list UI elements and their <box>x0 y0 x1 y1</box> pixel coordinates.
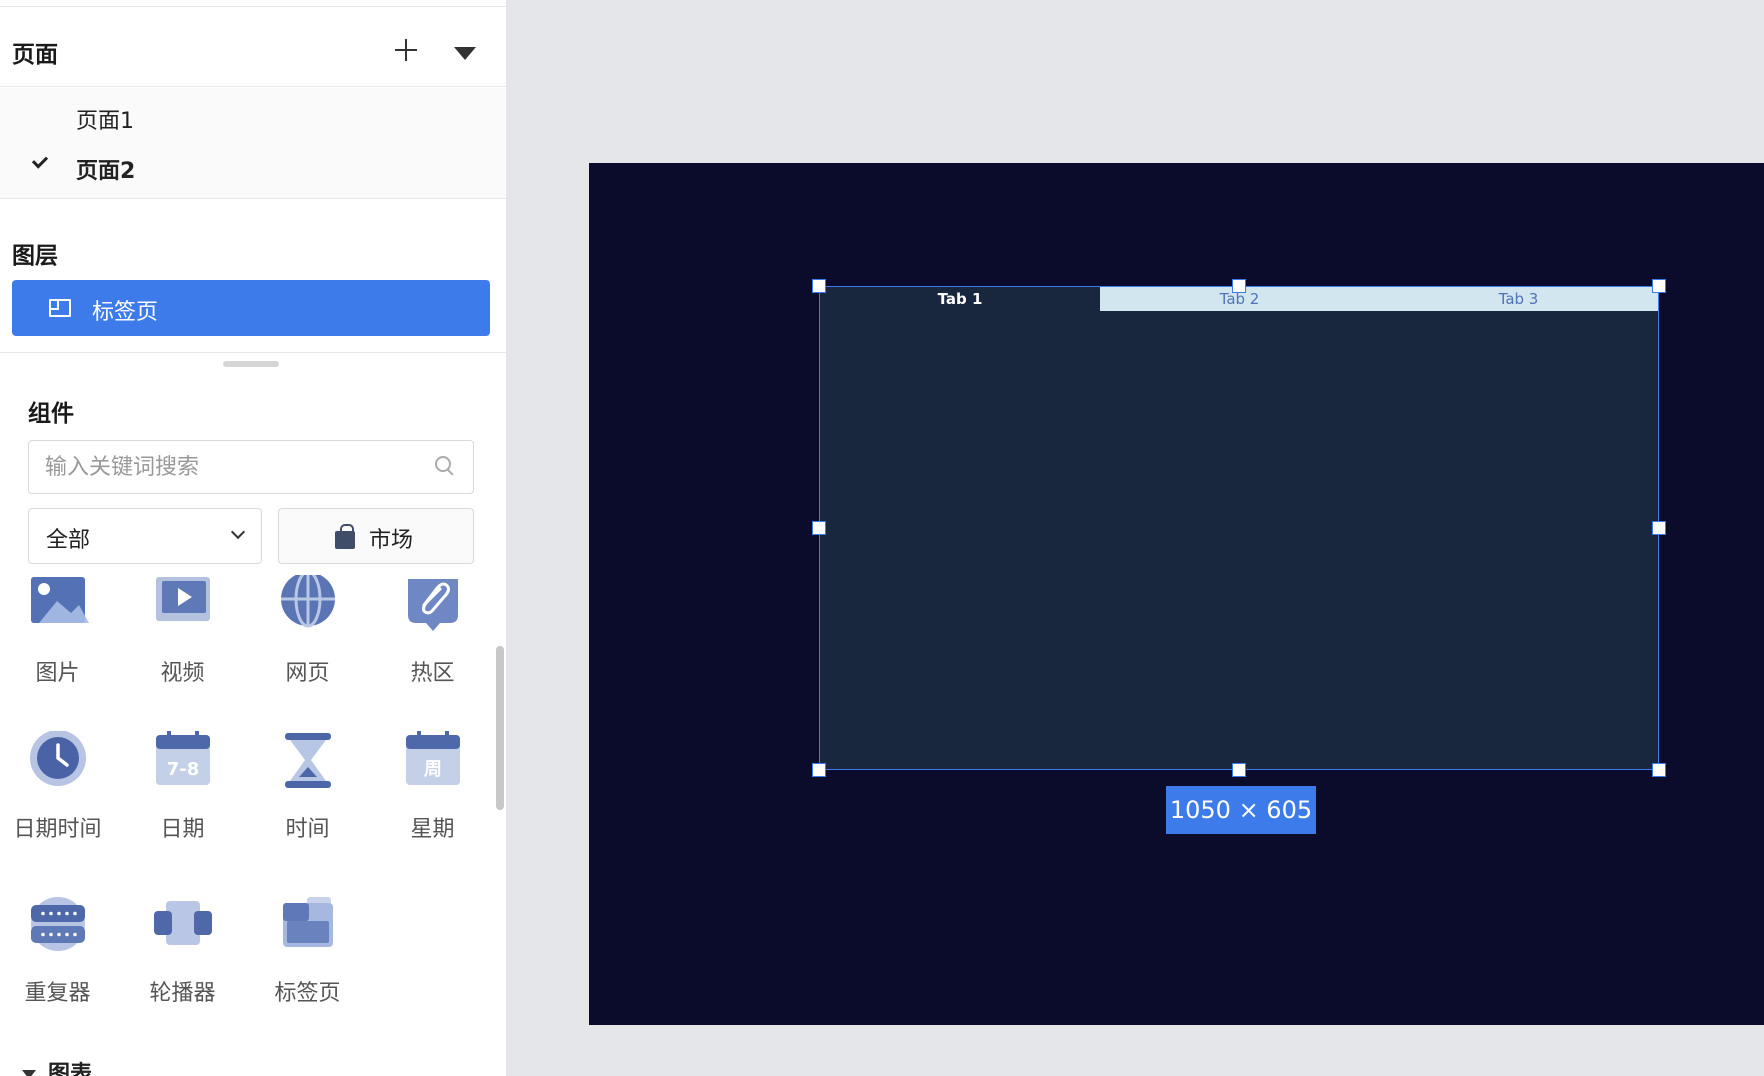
expand-triangle-icon <box>22 1070 36 1076</box>
component-hotspot[interactable]: 热区 <box>370 575 495 715</box>
pages-header: 页面 <box>0 7 506 87</box>
shopping-bag-icon <box>335 524 355 549</box>
hourglass-icon <box>285 733 331 788</box>
pages-title: 页面 <box>12 42 58 68</box>
component-label: 日期时间 <box>13 817 102 842</box>
calendar-glyph: 周 <box>424 759 442 780</box>
resize-handle-top-right[interactable] <box>1652 279 1666 293</box>
component-date[interactable]: 7-8 日期 <box>120 731 245 871</box>
clock-icon <box>30 731 86 786</box>
component-time[interactable]: 时间 <box>245 731 370 871</box>
category-select-value: 全部 <box>46 528 91 553</box>
add-page-button[interactable] <box>393 37 419 63</box>
collapse-pages-icon[interactable] <box>454 47 476 60</box>
resize-handle-top[interactable] <box>1232 279 1246 293</box>
component-webpage[interactable]: 网页 <box>245 575 370 715</box>
component-label: 标签页 <box>274 981 341 1006</box>
section-divider <box>0 352 506 353</box>
video-icon <box>156 577 210 621</box>
category-select[interactable]: 全部 <box>28 508 262 564</box>
search-icon[interactable] <box>435 456 455 476</box>
layer-item-label: 标签页 <box>92 300 159 325</box>
carousel-icon <box>154 901 212 945</box>
tabs-icon <box>49 299 71 317</box>
resize-handle-bottom-left[interactable] <box>812 763 826 777</box>
tab-1[interactable]: Tab 1 <box>820 287 1100 311</box>
component-search <box>28 440 474 494</box>
component-week[interactable]: 周 星期 <box>370 731 495 871</box>
component-image[interactable]: 图片 <box>0 575 120 715</box>
calendar-week-icon: 周 <box>406 731 460 785</box>
component-tabs[interactable]: 标签页 <box>245 895 370 1035</box>
charts-section-header[interactable]: 图表 <box>20 1056 220 1076</box>
repeater-icon <box>31 897 85 951</box>
pages-list: 页面1 页面2 <box>0 88 506 199</box>
panel-resize-handle[interactable] <box>223 361 279 367</box>
chevron-down-icon <box>230 524 246 540</box>
resize-handle-right[interactable] <box>1652 521 1666 535</box>
resize-handle-left[interactable] <box>812 521 826 535</box>
page-item-label: 页面1 <box>76 109 134 134</box>
size-tooltip: 1050 × 605 <box>1166 786 1316 834</box>
resize-handle-bottom[interactable] <box>1232 763 1246 777</box>
component-video[interactable]: 视频 <box>120 575 245 715</box>
component-carousel[interactable]: 轮播器 <box>120 895 245 1035</box>
components-title: 组件 <box>28 401 74 427</box>
component-label: 重复器 <box>24 981 91 1006</box>
charts-section-label: 图表 <box>48 1062 93 1076</box>
check-icon <box>31 152 49 169</box>
resize-handle-top-left[interactable] <box>812 279 826 293</box>
component-label: 网页 <box>285 661 330 686</box>
tab-3[interactable]: Tab 3 <box>1379 287 1658 311</box>
component-label: 视频 <box>160 661 205 686</box>
image-icon <box>31 577 89 623</box>
search-input[interactable] <box>45 441 425 493</box>
page-item-2[interactable]: 页面2 <box>0 140 506 190</box>
page-item-label: 页面2 <box>76 159 136 184</box>
tabs-icon <box>283 897 333 947</box>
left-panel: 页面 页面1 页面2 图层 标签页 组件 全部 市场 <box>0 0 506 1076</box>
design-canvas[interactable]: Tab 1 Tab 2 Tab 3 1050 × 605 <box>589 163 1764 1025</box>
layers-title: 图层 <box>12 243 58 269</box>
hotspot-icon <box>408 579 458 631</box>
resize-handle-bottom-right[interactable] <box>1652 763 1666 777</box>
component-label: 图片 <box>35 661 80 686</box>
calendar-date-icon: 7-8 <box>156 731 210 785</box>
component-label: 热区 <box>410 661 455 686</box>
component-label: 轮播器 <box>149 981 216 1006</box>
market-button-label: 市场 <box>369 528 414 553</box>
component-datetime[interactable]: 日期时间 <box>0 731 120 871</box>
calendar-glyph: 7-8 <box>167 759 200 780</box>
component-label: 时间 <box>285 817 330 842</box>
component-repeater[interactable]: 重复器 <box>0 895 120 1035</box>
selected-tabs-widget[interactable]: Tab 1 Tab 2 Tab 3 <box>819 286 1659 770</box>
market-button[interactable]: 市场 <box>278 508 474 564</box>
layer-item-tabs[interactable]: 标签页 <box>12 280 490 336</box>
component-label: 日期 <box>160 817 205 842</box>
page-item-1[interactable]: 页面1 <box>0 90 506 140</box>
globe-icon <box>281 575 335 628</box>
component-label: 星期 <box>410 817 455 842</box>
panel-scrollbar[interactable] <box>496 646 504 810</box>
